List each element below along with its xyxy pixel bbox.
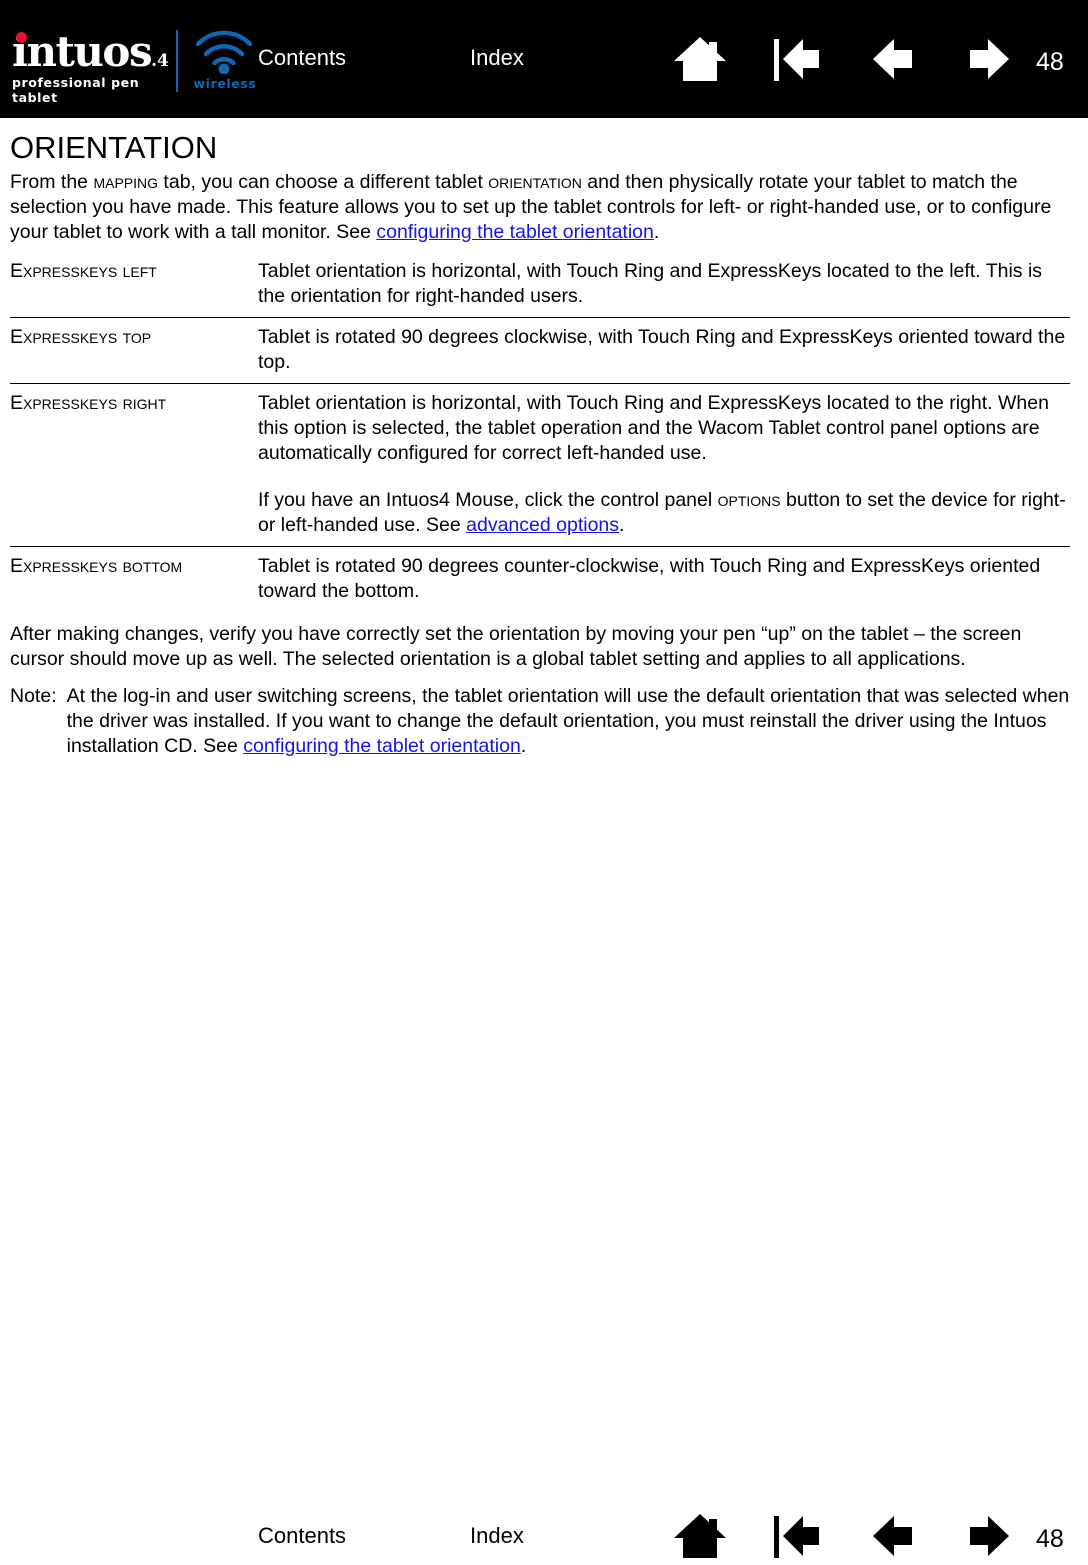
logo-wordmark-text: intuos [12,27,153,76]
wireless-badge: wireless [190,30,260,92]
option-desc-text: Tablet orientation is horizontal, with T… [258,260,1043,307]
label-part-c: Left [122,260,157,282]
advanced-options-link[interactable]: advanced options [466,514,619,536]
intro-text-2: tab, you can choose a different tablet [158,171,489,193]
configuring-tablet-orientation-link-1[interactable]: configuring the tablet orientation [376,221,654,243]
option-desc-text: Tablet is rotated 90 degrees clockwise, … [258,326,1066,373]
intro-paragraph: From the Mapping tab, you can choose a d… [10,170,1078,245]
table-row: ExpressKeys Left Tablet orientation is h… [10,252,1070,318]
label-part-c: Top [122,326,152,348]
desc2-text-3: . [619,514,625,536]
option-desc-text: Tablet orientation is horizontal, with T… [258,392,1049,464]
previous-page-icon[interactable] [870,1512,926,1565]
option-label-expresskeys-top: ExpressKeys Top [10,317,258,384]
page-title: ORIENTATION [10,130,218,165]
page-number-bottom: 48 [1036,1525,1064,1553]
page-number-top: 48 [1036,48,1064,76]
intro-text-1: From the [10,171,94,193]
option-label-expresskeys-left: ExpressKeys Left [10,252,258,318]
go-to-first-page-icon[interactable] [772,1512,828,1565]
logo-wordmark: intuos.4 [12,30,172,74]
mapping-term: Mapping [93,171,159,193]
label-part-c: Bottom [122,555,183,577]
previous-page-icon[interactable] [870,35,926,88]
contents-link-bottom[interactable]: Contents [258,1523,346,1549]
label-part-a: Express [10,555,80,577]
home-icon[interactable] [672,35,728,88]
note-block: Note: At the log-in and user switching s… [10,684,1078,759]
after-table-paragraph: After making changes, verify you have co… [10,623,1022,670]
option-desc-expresskeys-top: Tablet is rotated 90 degrees clockwise, … [258,317,1070,384]
logo-divider [176,30,178,92]
page-content: ORIENTATION From the Mapping tab, you ca… [10,130,1078,759]
orientation-term: Orientation [488,171,582,193]
label-part-b: Keys [79,392,123,414]
contents-link-top[interactable]: Contents [258,45,346,71]
option-desc-expresskeys-bottom: Tablet is rotated 90 degrees counter-clo… [258,546,1070,612]
option-label-expresskeys-right: ExpressKeys Right [10,383,258,547]
orientation-options-table: ExpressKeys Left Tablet orientation is h… [10,252,1070,612]
note-text: At the log-in and user switching screens… [67,684,1078,759]
go-to-first-page-icon[interactable] [772,35,828,88]
wireless-label: wireless [193,76,257,91]
option-desc-expresskeys-left: Tablet orientation is horizontal, with T… [258,252,1070,318]
configuring-tablet-orientation-link-2[interactable]: configuring the tablet orientation [243,735,521,757]
home-icon[interactable] [672,1512,728,1565]
footer-nav-icons [672,1512,1022,1562]
table-row: ExpressKeys Bottom Tablet is rotated 90 … [10,546,1070,612]
wifi-icon [192,30,256,79]
options-term: Options [717,489,781,511]
note-text-2: . [520,735,527,757]
next-page-icon[interactable] [960,1512,1016,1565]
label-part-b: Keys [79,555,123,577]
label-part-a: Express [10,260,80,282]
logo-version-text: .4 [151,51,169,71]
label-part-a: Express [10,392,80,414]
desc2-text-1: If you have an Intuos4 Mouse, click the … [258,489,718,511]
table-row: ExpressKeys Top Tablet is rotated 90 deg… [10,317,1070,384]
option-desc-text-secondary: If you have an Intuos4 Mouse, click the … [258,488,1070,538]
page-header: intuos.4 professional pen tablet wireles… [0,0,1088,118]
index-link-top[interactable]: Index [470,45,524,71]
note-label: Note: [10,685,57,707]
next-page-icon[interactable] [960,35,1016,88]
logo-red-dot-icon [16,32,27,43]
option-label-expresskeys-bottom: ExpressKeys Bottom [10,546,258,612]
intro-text-4: . [653,221,660,243]
label-part-c: Right [122,392,167,414]
note-text-1: At the log-in and user switching screens… [66,685,1070,757]
label-part-a: Express [10,326,80,348]
index-link-bottom[interactable]: Index [470,1523,524,1549]
label-part-b: Keys [79,326,123,348]
label-part-b: Keys [79,260,123,282]
option-desc-text: Tablet is rotated 90 degrees counter-clo… [258,555,1041,602]
logo-tagline: professional pen tablet [12,75,140,105]
table-row: ExpressKeys Right Tablet orientation is … [10,383,1070,547]
intuos-logo: intuos.4 professional pen tablet [12,30,172,106]
option-desc-expresskeys-right: Tablet orientation is horizontal, with T… [258,383,1070,547]
header-nav-icons [672,35,1022,85]
